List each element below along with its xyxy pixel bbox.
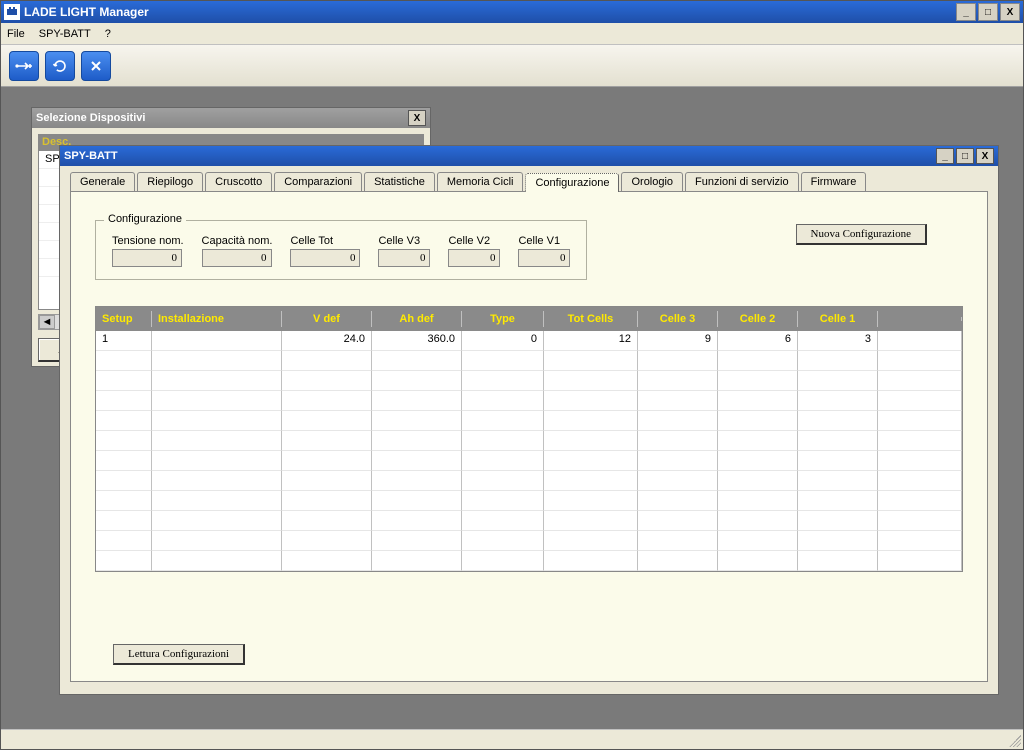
lettura-configurazioni-button[interactable]: Lettura Configurazioni xyxy=(113,644,245,665)
close-button[interactable]: X xyxy=(1000,3,1020,21)
configurazione-pane: Configurazione Tensione nom. Capacità no… xyxy=(70,192,988,682)
spybatt-window: SPY-BATT _ □ X Generale Riepilogo Crusco… xyxy=(59,145,999,695)
refresh-icon xyxy=(52,58,68,74)
tab-comparazioni[interactable]: Comparazioni xyxy=(274,172,362,191)
cell-type: 0 xyxy=(462,331,544,351)
tab-cruscotto[interactable]: Cruscotto xyxy=(205,172,272,191)
main-title: LADE LIGHT Manager xyxy=(24,5,956,19)
selezione-titlebar[interactable]: Selezione Dispositivi X xyxy=(32,108,430,128)
resize-grip-icon[interactable] xyxy=(1009,735,1021,747)
cell-tot: 12 xyxy=(544,331,638,351)
cell-c1: 3 xyxy=(798,331,878,351)
main-menubar: File SPY-BATT ? xyxy=(1,23,1023,45)
grid-header-row: Setup Installazione V def Ah def Type To… xyxy=(96,307,962,331)
maximize-button[interactable]: □ xyxy=(978,3,998,21)
col-celle1: Celle 1 xyxy=(798,311,878,327)
celle-tot-label: Celle Tot xyxy=(290,235,360,247)
col-vdef: V def xyxy=(282,311,372,327)
mdi-client-area: Selezione Dispositivi X Desc. SPY-B ◄ ► … xyxy=(1,87,1023,729)
status-bar xyxy=(1,729,1023,749)
refresh-button[interactable] xyxy=(45,51,75,81)
spybatt-minimize-button[interactable]: _ xyxy=(936,148,954,164)
cell-vdef: 24.0 xyxy=(282,331,372,351)
capacita-input[interactable] xyxy=(202,249,272,267)
spybatt-title: SPY-BATT xyxy=(64,150,936,162)
tab-generale[interactable]: Generale xyxy=(70,172,135,191)
capacita-label: Capacità nom. xyxy=(202,235,273,247)
nuova-configurazione-button[interactable]: Nuova Configurazione xyxy=(796,224,928,245)
main-window: LADE LIGHT Manager _ □ X File SPY-BATT ?… xyxy=(0,0,1024,750)
col-celle3: Celle 3 xyxy=(638,311,718,327)
app-icon xyxy=(4,4,20,20)
usb-button[interactable] xyxy=(9,51,39,81)
celle-v1-input[interactable] xyxy=(518,249,570,267)
col-type: Type xyxy=(462,311,544,327)
scroll-left-icon[interactable]: ◄ xyxy=(39,315,55,329)
config-grid: Setup Installazione V def Ah def Type To… xyxy=(95,306,963,572)
celle-v3-label: Celle V3 xyxy=(378,235,430,247)
groupbox-legend: Configurazione xyxy=(104,213,186,225)
tab-firmware[interactable]: Firmware xyxy=(801,172,867,191)
table-row[interactable]: 1 24.0 360.0 0 12 9 6 3 xyxy=(96,331,962,351)
tab-orologio[interactable]: Orologio xyxy=(621,172,683,191)
col-installazione: Installazione xyxy=(152,311,282,327)
spybatt-tabstrip: Generale Riepilogo Cruscotto Comparazion… xyxy=(70,172,988,192)
cell-ahdef: 360.0 xyxy=(372,331,462,351)
spybatt-titlebar[interactable]: SPY-BATT _ □ X xyxy=(60,146,998,166)
tab-riepilogo[interactable]: Riepilogo xyxy=(137,172,203,191)
cell-installazione xyxy=(152,331,282,351)
cell-c3: 9 xyxy=(638,331,718,351)
celle-v3-input[interactable] xyxy=(378,249,430,267)
celle-v2-label: Celle V2 xyxy=(448,235,500,247)
menu-spybatt[interactable]: SPY-BATT xyxy=(39,28,91,40)
tensione-label: Tensione nom. xyxy=(112,235,184,247)
celle-tot-input[interactable] xyxy=(290,249,360,267)
tab-configurazione[interactable]: Configurazione xyxy=(525,173,619,192)
spybatt-close-button[interactable]: X xyxy=(976,148,994,164)
tab-memoria-cicli[interactable]: Memoria Cicli xyxy=(437,172,524,191)
toolbar-close-button[interactable] xyxy=(81,51,111,81)
tab-statistiche[interactable]: Statistiche xyxy=(364,172,435,191)
cell-c2: 6 xyxy=(718,331,798,351)
main-titlebar: LADE LIGHT Manager _ □ X xyxy=(1,1,1023,23)
celle-v1-label: Celle V1 xyxy=(518,235,570,247)
selezione-close-button[interactable]: X xyxy=(408,110,426,126)
main-toolbar xyxy=(1,45,1023,87)
menu-file[interactable]: File xyxy=(7,28,25,40)
menu-help[interactable]: ? xyxy=(105,28,111,40)
tensione-input[interactable] xyxy=(112,249,182,267)
selezione-title: Selezione Dispositivi xyxy=(36,112,408,124)
usb-icon xyxy=(15,59,33,73)
configurazione-groupbox: Configurazione Tensione nom. Capacità no… xyxy=(95,220,587,280)
tab-funzioni-servizio[interactable]: Funzioni di servizio xyxy=(685,172,799,191)
cell-setup: 1 xyxy=(96,331,152,351)
minimize-button[interactable]: _ xyxy=(956,3,976,21)
col-tot-cells: Tot Cells xyxy=(544,311,638,327)
celle-v2-input[interactable] xyxy=(448,249,500,267)
col-ahdef: Ah def xyxy=(372,311,462,327)
close-icon xyxy=(89,59,103,73)
col-setup: Setup xyxy=(96,311,152,327)
spybatt-maximize-button[interactable]: □ xyxy=(956,148,974,164)
col-celle2: Celle 2 xyxy=(718,311,798,327)
